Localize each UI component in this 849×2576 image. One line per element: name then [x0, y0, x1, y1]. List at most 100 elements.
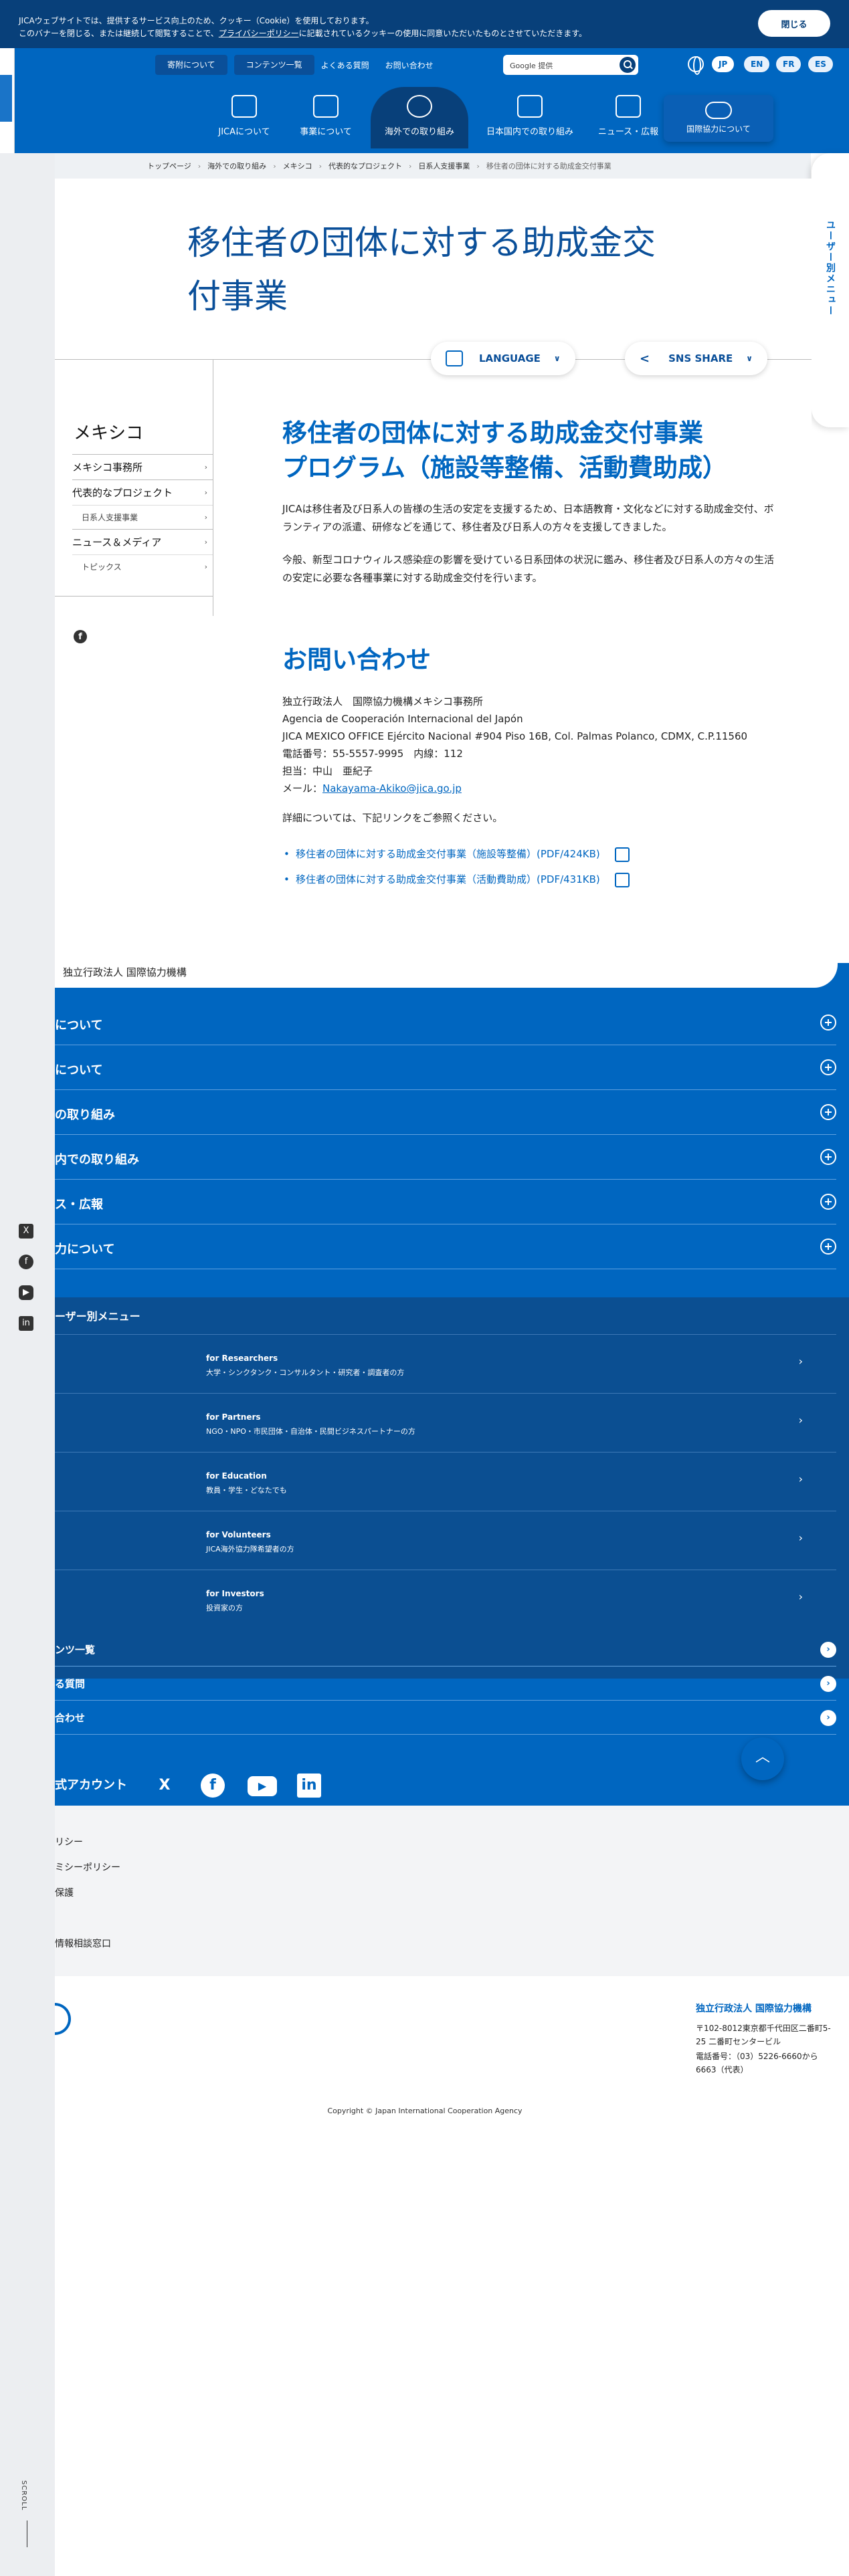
- facebook-icon[interactable]: f: [19, 1255, 33, 1269]
- breadcrumb-projects[interactable]: 代表的なプロジェクト: [328, 160, 402, 171]
- policy-link-3[interactable]: 保護: [55, 1881, 120, 1906]
- nav-news[interactable]: ニュース・広報: [591, 87, 665, 148]
- file-icon: [614, 847, 630, 862]
- policy-link-5[interactable]: 情報相談窓口: [55, 1931, 120, 1957]
- footer-menu-6[interactable]: 力について: [55, 1225, 836, 1269]
- user-row-education[interactable]: for Education 教員・学生・どなたでも ›: [55, 1452, 836, 1511]
- user-menu-tab[interactable]: ユーザー別メニュー: [812, 153, 849, 427]
- sidebar-heading: メキシコ: [74, 423, 144, 443]
- sidebar-item-projects[interactable]: 代表的なプロジェクト ›: [72, 479, 213, 505]
- main-nav: JICAについて 事業について 海外での取り組み 日本国内での取り組み ニュース…: [207, 87, 673, 148]
- chevron-right-icon: ›: [204, 538, 207, 546]
- jica-logo[interactable]: [0, 75, 12, 122]
- file-icon: [614, 872, 630, 887]
- arrow-right-icon: ›: [820, 1710, 836, 1726]
- search-icon[interactable]: [620, 57, 636, 73]
- search-input[interactable]: Google 提供: [503, 55, 638, 75]
- arrow-right-icon: ›: [820, 1642, 836, 1658]
- policy-link-1[interactable]: リシー: [55, 1830, 120, 1855]
- handshake-icon: [705, 102, 732, 119]
- donate-link[interactable]: 寄附について: [155, 55, 227, 75]
- main-content: 移住者の団体に対する助成金交 付事業 LANGUAGE ∨ < SNS SHARE ∨ …: [55, 179, 812, 941]
- plus-icon: [820, 1149, 836, 1165]
- contact-block: 独立行政法人 国際協力機構メキシコ事務所 Agencia de Cooperac…: [282, 695, 748, 824]
- x-icon[interactable]: X: [153, 1774, 177, 1798]
- info-icon: [231, 95, 257, 118]
- contents-link[interactable]: コンテンツ一覧: [233, 55, 314, 75]
- privacy-policy-link[interactable]: プライバシーポリシー: [219, 29, 299, 38]
- plus-icon: [820, 1059, 836, 1075]
- contact-heading: お問い合わせ: [282, 645, 431, 674]
- lang-es[interactable]: ES: [808, 56, 833, 72]
- breadcrumb-mexico[interactable]: メキシコ: [283, 160, 312, 171]
- share-icon: <: [640, 351, 650, 366]
- x-icon[interactable]: X: [19, 1224, 33, 1239]
- sns-share-button[interactable]: < SNS SHARE ∨: [625, 342, 767, 375]
- footer-menu-5[interactable]: ス・広報: [55, 1180, 836, 1224]
- nav-domestic[interactable]: 日本国内での取り組み: [476, 87, 583, 148]
- article: 移住者の団体に対する助成金交付事業 プログラム（施設等整備、活動費助成） JICA…: [282, 416, 777, 892]
- breadcrumb-top[interactable]: トップページ: [147, 160, 191, 171]
- linkedin-icon[interactable]: in: [19, 1316, 33, 1331]
- chevron-right-icon: ›: [204, 513, 207, 522]
- chevron-right-icon: ›: [798, 1473, 803, 1485]
- lang-jp[interactable]: JP: [712, 56, 735, 72]
- youtube-icon[interactable]: ▶: [248, 1776, 277, 1796]
- footer-menu-1[interactable]: について: [55, 1001, 836, 1045]
- user-row-partners[interactable]: for Partners NGO・NPO・市民団体・自治体・民間ビジネスパートナー…: [55, 1393, 836, 1452]
- sidebar-item-news[interactable]: ニュース＆メディア ›: [72, 529, 213, 554]
- scroll-label: SCROLL: [20, 2480, 27, 2511]
- back-to-top-button[interactable]: ︿: [741, 1737, 784, 1780]
- chevron-right-icon: ›: [798, 1531, 803, 1544]
- user-row-investors[interactable]: for Investors 投資家の方 ›: [55, 1570, 836, 1628]
- user-row-researchers[interactable]: for Researchers 大学・シンクタンク・コンサルタント・研究者・調査者…: [55, 1334, 836, 1393]
- policy-link-2[interactable]: ミシーポリシー: [55, 1855, 120, 1881]
- plus-icon: [820, 1014, 836, 1031]
- language-button[interactable]: LANGUAGE ∨: [431, 342, 575, 375]
- contact-link[interactable]: お問い合わせ: [385, 60, 434, 71]
- pdf-link-facilities[interactable]: 移住者の団体に対する助成金交付事業（施設等整備）(PDF/424KB): [282, 841, 777, 867]
- user-row-volunteers[interactable]: for Volunteers JICA海外協力隊希望者の方 ›: [55, 1511, 836, 1570]
- utility-nav: 寄附について コンテンツ一覧 よくある質問 お問い合わせ: [155, 55, 450, 75]
- article-para-1: JICAは移住者及び日系人の皆様の生活の安定を支援するため、日本語教育・文化など…: [282, 503, 774, 533]
- nav-about-jica[interactable]: JICAについて: [207, 87, 281, 148]
- international-cooperation-button[interactable]: 国際協力について: [664, 95, 773, 142]
- cookie-close-button[interactable]: 閉じる: [758, 10, 830, 37]
- breadcrumb-overseas[interactable]: 海外での取り組み: [207, 160, 266, 171]
- footer-link-contact[interactable]: 合わせ ›: [55, 1701, 836, 1735]
- faq-link[interactable]: よくある質問: [321, 60, 369, 71]
- facebook-icon[interactable]: f: [201, 1774, 225, 1798]
- breadcrumb-nikkei[interactable]: 日系人支援事業: [418, 160, 470, 171]
- sidebar-item-nikkei[interactable]: 日系人支援事業 ›: [72, 505, 213, 529]
- facebook-icon[interactable]: f: [74, 630, 87, 643]
- policy-links: リシー ミシーポリシー 保護 情報相談窓口: [55, 1806, 849, 1976]
- phone-line: 電話番号：（03）5226-6660から6663（代表）: [696, 2052, 818, 2074]
- footer-link-contents[interactable]: ンツ一覧 ›: [55, 1633, 836, 1667]
- nav-overseas[interactable]: 海外での取り組み: [371, 87, 468, 148]
- cookie-text: JICAウェブサイトでは、提供するサービス向上のため、クッキー（Cookie）を…: [19, 16, 587, 38]
- plus-icon: [820, 1194, 836, 1210]
- search-placeholder: Google 提供: [510, 62, 553, 70]
- footer-menu-4[interactable]: 内での取り組み: [55, 1136, 836, 1180]
- footer-menu-2[interactable]: について: [55, 1046, 836, 1090]
- policy-link-4[interactable]: [55, 1906, 120, 1931]
- pdf-link-activities[interactable]: 移住者の団体に対する助成金交付事業（活動費助成）(PDF/431KB): [282, 867, 777, 892]
- chevron-right-icon: ›: [798, 1590, 803, 1603]
- nav-projects[interactable]: 事業について: [289, 87, 363, 148]
- breadcrumb-current: 移住者の団体に対する助成金交付事業: [486, 162, 611, 171]
- pdf-links: 移住者の団体に対する助成金交付事業（施設等整備）(PDF/424KB) 移住者の…: [282, 841, 777, 892]
- official-accounts-label: 式アカウント: [55, 1778, 127, 1792]
- sidebar-item-topics[interactable]: トピックス ›: [72, 554, 213, 578]
- linkedin-icon[interactable]: in: [297, 1774, 321, 1798]
- lang-fr[interactable]: FR: [776, 56, 801, 72]
- email-link[interactable]: Nakayama-Akiko@jica.go.jp: [322, 782, 462, 794]
- lang-en[interactable]: EN: [744, 56, 770, 72]
- chevron-right-icon: ›: [204, 562, 207, 571]
- youtube-icon[interactable]: ▶: [19, 1285, 33, 1300]
- plus-icon: [820, 1104, 836, 1120]
- jica-logo[interactable]: [55, 2003, 71, 2035]
- sidebar-item-office[interactable]: メキシコ事務所 ›: [72, 454, 213, 479]
- article-heading: 移住者の団体に対する助成金交付事業 プログラム（施設等整備、活動費助成）: [282, 419, 727, 482]
- footer-menu-3[interactable]: の取り組み: [55, 1091, 836, 1135]
- footer-link-faq[interactable]: る質問 ›: [55, 1667, 836, 1701]
